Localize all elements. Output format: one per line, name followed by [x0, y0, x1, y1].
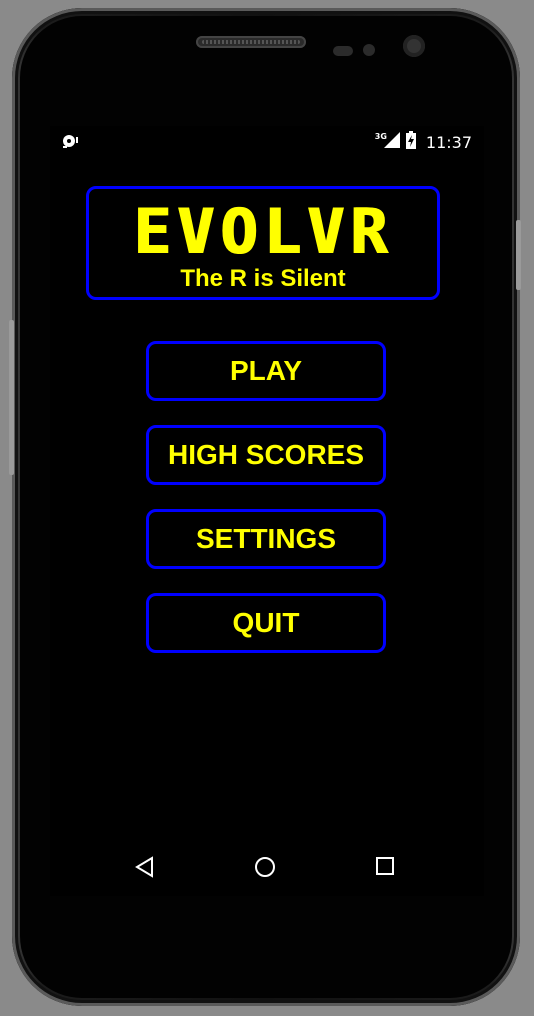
- status-icons: 3G 11:37: [375, 131, 472, 153]
- home-circle-icon[interactable]: [254, 856, 276, 882]
- proximity-sensor: [333, 46, 353, 56]
- quit-button[interactable]: QUIT: [146, 593, 386, 653]
- navigation-bar: [50, 836, 484, 896]
- play-button[interactable]: PLAY: [146, 341, 386, 401]
- recents-square-icon[interactable]: [375, 856, 395, 880]
- status-bar: 3G 11:37: [50, 126, 484, 156]
- front-camera: [403, 35, 425, 57]
- network-type: 3G: [374, 131, 387, 141]
- debug-notification-icon: [61, 133, 79, 153]
- back-triangle-icon[interactable]: [134, 856, 156, 882]
- status-clock: 11:37: [425, 132, 472, 152]
- app-screen: 3G 11:37 EVOLVR The R is Silent PLAY HIG…: [50, 126, 484, 896]
- power-button: [516, 220, 521, 290]
- battery-charging-icon: [405, 131, 416, 153]
- settings-button[interactable]: SETTINGS: [146, 509, 386, 569]
- light-sensor: [363, 44, 375, 56]
- earpiece-speaker: [196, 36, 306, 48]
- high-scores-button[interactable]: HIGH SCORES: [146, 425, 386, 485]
- title-banner: EVOLVR The R is Silent: [86, 186, 440, 300]
- volume-button: [9, 320, 14, 475]
- app-title: EVOLVR: [133, 195, 393, 268]
- app-subtitle: The R is Silent: [180, 265, 346, 292]
